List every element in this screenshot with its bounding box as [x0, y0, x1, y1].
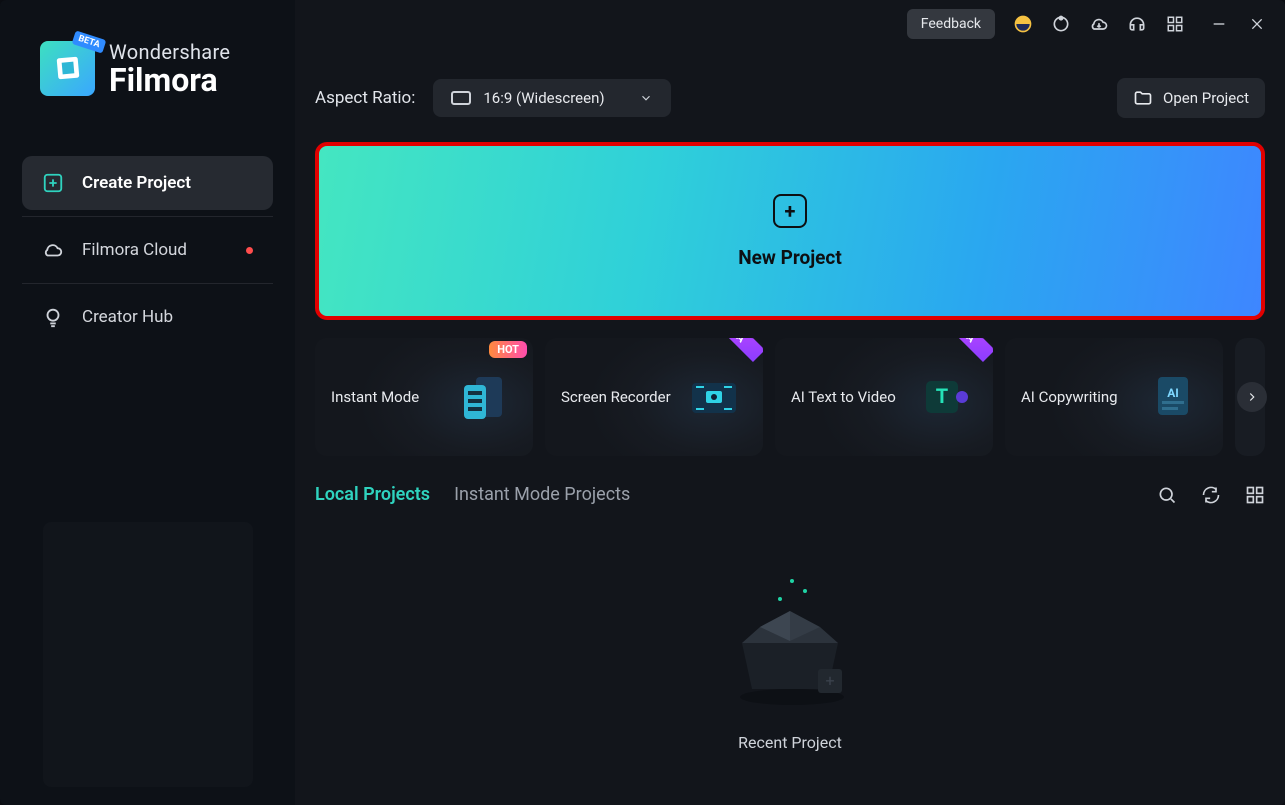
brand: BETA Wondershare Filmora [40, 40, 277, 96]
projects-tools [1157, 485, 1265, 505]
empty-box-icon: + [710, 569, 870, 709]
brand-text: Wondershare Filmora [109, 40, 230, 96]
new-project-label: New Project [738, 246, 842, 269]
card-label: Screen Recorder [561, 388, 671, 406]
content-area: Aspect Ratio: 16:9 (Widescreen) Open Pro… [295, 48, 1285, 805]
window-minimize-icon[interactable] [1209, 14, 1229, 34]
view-grid-icon[interactable] [1245, 485, 1265, 505]
aspect-shape-icon [451, 91, 471, 105]
open-project-button[interactable]: Open Project [1117, 78, 1265, 118]
sidebar-item-create-project[interactable]: Create Project [22, 156, 273, 210]
tab-local-projects[interactable]: Local Projects [315, 484, 430, 505]
sidebar-item-creator-hub[interactable]: Creator Hub [22, 290, 273, 344]
main: Feedback [295, 0, 1285, 805]
account-avatar-icon[interactable] [1013, 14, 1033, 34]
sidebar-item-filmora-cloud[interactable]: Filmora Cloud [22, 223, 273, 277]
aspect-ratio-label: Aspect Ratio: [315, 88, 415, 108]
card-label: Instant Mode [331, 388, 419, 406]
feature-cards-row: Instant Mode HOT Screen Recorder BETA AI… [315, 338, 1265, 456]
cards-scroll-next-button[interactable] [1237, 382, 1267, 412]
effects-icon[interactable] [1051, 14, 1071, 34]
empty-state: + Recent Project [315, 515, 1265, 805]
plus-square-icon [42, 172, 64, 194]
plus-square-icon: + [773, 194, 807, 228]
toolbar: Aspect Ratio: 16:9 (Widescreen) Open Pro… [315, 78, 1265, 118]
cloud-download-icon[interactable] [1089, 14, 1109, 34]
beta-badge: BETA [933, 338, 993, 362]
bulb-icon [42, 306, 64, 328]
open-project-label: Open Project [1163, 89, 1249, 107]
refresh-icon[interactable] [1201, 485, 1221, 505]
sidebar-item-label: Filmora Cloud [82, 240, 187, 260]
text-t-icon: T [909, 362, 979, 432]
folder-icon [1133, 88, 1153, 108]
sidebar-promo-panel[interactable] [43, 522, 253, 787]
divider [22, 283, 273, 284]
svg-text:AI: AI [1167, 386, 1179, 400]
aspect-ratio-value: 16:9 (Widescreen) [483, 89, 604, 107]
divider [22, 216, 273, 217]
projects-tabs: Local Projects Instant Mode Projects [315, 484, 1265, 505]
sidebar: BETA Wondershare Filmora Create Project … [0, 0, 295, 805]
aspect-ratio-select[interactable]: 16:9 (Widescreen) [433, 79, 670, 117]
svg-text:+: + [825, 671, 834, 690]
empty-state-label: Recent Project [738, 733, 842, 752]
notification-dot-icon [246, 247, 253, 254]
titlebar: Feedback [295, 0, 1285, 48]
svg-text:T: T [936, 384, 948, 408]
brand-text-bottom: Filmora [109, 64, 230, 96]
brand-badge: BETA [72, 30, 107, 53]
film-stack-icon [449, 362, 519, 432]
app-root: BETA Wondershare Filmora Create Project … [0, 0, 1285, 805]
camera-frame-icon [679, 362, 749, 432]
sidebar-item-label: Creator Hub [82, 307, 173, 327]
chevron-down-icon [639, 91, 653, 105]
apps-grid-icon[interactable] [1165, 14, 1185, 34]
search-icon[interactable] [1157, 485, 1177, 505]
card-ai-copywriting[interactable]: AI Copywriting AI [1005, 338, 1223, 456]
card-screen-recorder[interactable]: Screen Recorder BETA [545, 338, 763, 456]
cloud-icon [42, 239, 64, 261]
card-instant-mode[interactable]: Instant Mode HOT [315, 338, 533, 456]
beta-badge: BETA [703, 338, 763, 362]
window-close-icon[interactable] [1247, 14, 1267, 34]
feedback-button[interactable]: Feedback [907, 9, 995, 39]
card-label: AI Copywriting [1021, 388, 1118, 406]
card-ai-text-to-video[interactable]: AI Text to Video BETA T [775, 338, 993, 456]
brand-logo: BETA [40, 41, 95, 96]
new-project-button[interactable]: + New Project [315, 142, 1265, 320]
tab-instant-mode-projects[interactable]: Instant Mode Projects [454, 484, 630, 505]
card-label: AI Text to Video [791, 388, 896, 406]
ai-doc-icon: AI [1139, 362, 1209, 432]
hot-badge: HOT [489, 341, 527, 358]
support-headset-icon[interactable] [1127, 14, 1147, 34]
sidebar-item-label: Create Project [82, 173, 191, 193]
